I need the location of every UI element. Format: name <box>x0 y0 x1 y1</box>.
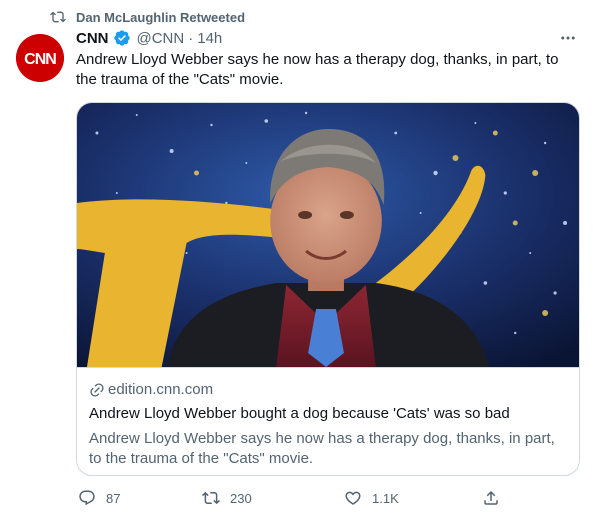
more-options-button[interactable] <box>556 28 580 48</box>
avatar-text: CNN <box>24 51 56 68</box>
like-button[interactable]: 1.1K <box>344 486 399 510</box>
action-bar: 87 230 1.1K <box>76 486 506 510</box>
tweet-text: Andrew Lloyd Webber says he now has a th… <box>76 51 559 88</box>
tweet-header: CNN @CNN · 14h <box>76 28 222 48</box>
card-info: edition.cnn.com Andrew Lloyd Webber boug… <box>77 367 579 467</box>
reply-button[interactable]: 87 <box>78 486 120 510</box>
handle[interactable]: @CNN <box>137 30 185 47</box>
reply-count: 87 <box>106 490 121 506</box>
retweet-context: Dan McLaughlin Retweeted <box>50 8 245 26</box>
retweet-context-text[interactable]: Dan McLaughlin Retweeted <box>76 10 245 25</box>
link-card[interactable]: edition.cnn.com Andrew Lloyd Webber boug… <box>76 102 580 476</box>
reply-icon <box>79 490 95 506</box>
card-title: Andrew Lloyd Webber bought a dog because… <box>89 405 510 422</box>
share-icon <box>484 490 498 505</box>
verified-badge-icon <box>113 29 131 47</box>
retweet-icon <box>50 9 66 25</box>
share-button[interactable] <box>482 486 500 510</box>
heart-icon <box>345 491 361 505</box>
retweet-button[interactable]: 230 <box>202 486 252 510</box>
card-image[interactable] <box>77 103 579 367</box>
tweet[interactable]: Dan McLaughlin Retweeted CNN CNN @CNN · … <box>0 0 598 520</box>
retweet-count: 230 <box>230 490 252 506</box>
more-dots-icon <box>561 36 575 40</box>
timestamp[interactable]: 14h <box>197 30 222 47</box>
separator-dot: · <box>188 29 194 47</box>
card-description: Andrew Lloyd Webber says he now has a th… <box>89 430 555 467</box>
link-icon <box>89 382 105 398</box>
card-domain-text: edition.cnn.com <box>108 381 214 398</box>
avatar[interactable]: CNN <box>16 34 64 82</box>
retweet-icon <box>202 491 220 505</box>
cnn-logo: CNN <box>16 34 64 82</box>
display-name[interactable]: CNN <box>76 30 109 47</box>
card-domain: edition.cnn.com <box>89 381 213 398</box>
like-count: 1.1K <box>372 490 399 506</box>
